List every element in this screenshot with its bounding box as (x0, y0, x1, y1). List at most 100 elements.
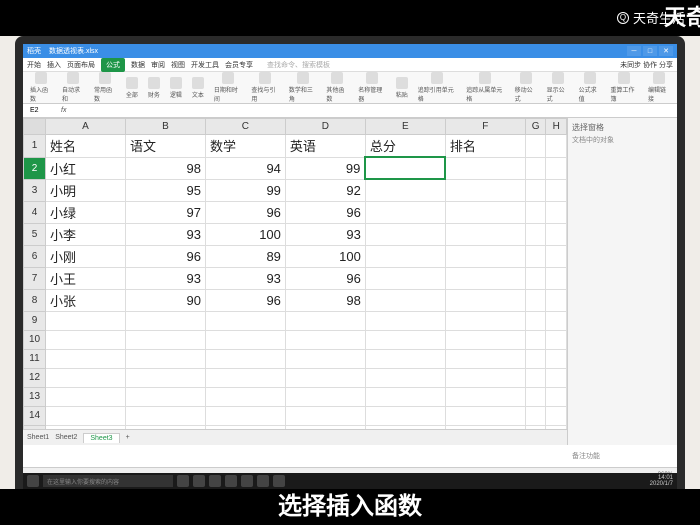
cell-F6[interactable] (445, 245, 525, 267)
cell-B9[interactable] (125, 311, 205, 330)
cell-B10[interactable] (125, 330, 205, 349)
file-tab[interactable]: 数据透视表.xlsx (49, 46, 98, 56)
cell-B5[interactable]: 93 (125, 223, 205, 245)
cell-E13[interactable] (365, 387, 445, 406)
ribbon-其他函数[interactable]: 其他函数 (323, 71, 351, 104)
menu-right[interactable]: 未同步 协作 分享 (620, 60, 673, 70)
ribbon-文本[interactable]: 文本 (189, 76, 207, 100)
row-header-13[interactable]: 13 (24, 387, 46, 406)
cell-F8[interactable] (445, 289, 525, 311)
cell-E2[interactable] (365, 157, 445, 179)
cell-G2[interactable] (525, 157, 546, 179)
cell-B11[interactable] (125, 349, 205, 368)
cell-G8[interactable] (525, 289, 546, 311)
row-header-11[interactable]: 11 (24, 349, 46, 368)
cell-F12[interactable] (445, 368, 525, 387)
cell-E14[interactable] (365, 406, 445, 425)
ribbon-日期和时间[interactable]: 日期和时间 (211, 71, 244, 104)
cell-B7[interactable]: 93 (125, 267, 205, 289)
cell-G13[interactable] (525, 387, 546, 406)
cell-H4[interactable] (546, 201, 567, 223)
cell-B8[interactable]: 90 (125, 289, 205, 311)
menu-视图[interactable]: 视图 (171, 60, 185, 70)
cell-F2[interactable] (445, 157, 525, 179)
cell-C5[interactable]: 100 (205, 223, 285, 245)
cell-C2[interactable]: 94 (205, 157, 285, 179)
cell-A11[interactable] (46, 349, 126, 368)
cell-F5[interactable] (445, 223, 525, 245)
cell-E6[interactable] (365, 245, 445, 267)
cell-A2[interactable]: 小红 (46, 157, 126, 179)
col-header-D[interactable]: D (285, 119, 365, 135)
cell-B2[interactable]: 98 (125, 157, 205, 179)
cell-H14[interactable] (546, 406, 567, 425)
cell-G14[interactable] (525, 406, 546, 425)
cell-B12[interactable] (125, 368, 205, 387)
cell-H3[interactable] (546, 179, 567, 201)
menu-会员专享[interactable]: 会员专享 (225, 60, 253, 70)
ribbon-自动求和[interactable]: 自动求和 (59, 71, 87, 104)
row-header-8[interactable]: 8 (24, 289, 46, 311)
menu-search[interactable]: 查找命令、搜索模板 (267, 60, 330, 70)
col-header-F[interactable]: F (445, 119, 525, 135)
cell-C13[interactable] (205, 387, 285, 406)
cell-A7[interactable]: 小王 (46, 267, 126, 289)
cell-D2[interactable]: 99 (285, 157, 365, 179)
cell-E1[interactable]: 总分 (365, 135, 445, 158)
col-header-B[interactable]: B (125, 119, 205, 135)
close-button[interactable]: ✕ (659, 46, 673, 56)
app-home-tab[interactable]: 稻壳 (27, 46, 41, 56)
cell-F14[interactable] (445, 406, 525, 425)
menu-页面布局[interactable]: 页面布局 (67, 60, 95, 70)
ribbon-名称管理器[interactable]: 名称管理器 (355, 71, 388, 104)
cell-B1[interactable]: 语文 (125, 135, 205, 158)
cell-C9[interactable] (205, 311, 285, 330)
cell-G7[interactable] (525, 267, 546, 289)
ribbon-显示公式[interactable]: 显示公式 (544, 71, 572, 104)
ribbon-追踪从属单元格[interactable]: 追踪从属单元格 (463, 71, 507, 104)
ribbon-编辑链接[interactable]: 编辑链接 (645, 71, 673, 104)
cell-A3[interactable]: 小明 (46, 179, 126, 201)
cell-G3[interactable] (525, 179, 546, 201)
select-all-corner[interactable] (24, 119, 46, 135)
formula-input[interactable] (70, 106, 673, 115)
row-header-3[interactable]: 3 (24, 179, 46, 201)
cell-E12[interactable] (365, 368, 445, 387)
cell-E4[interactable] (365, 201, 445, 223)
cell-D14[interactable] (285, 406, 365, 425)
cell-G4[interactable] (525, 201, 546, 223)
cell-G11[interactable] (525, 349, 546, 368)
cell-F7[interactable] (445, 267, 525, 289)
cell-F10[interactable] (445, 330, 525, 349)
ribbon-移动公式[interactable]: 移动公式 (512, 71, 540, 104)
row-header-1[interactable]: 1 (24, 135, 46, 158)
menu-公式[interactable]: 公式 (101, 58, 125, 72)
cell-H12[interactable] (546, 368, 567, 387)
row-header-2[interactable]: 2 (24, 157, 46, 179)
cell-H13[interactable] (546, 387, 567, 406)
cell-A4[interactable]: 小绿 (46, 201, 126, 223)
cell-D12[interactable] (285, 368, 365, 387)
cell-H2[interactable] (546, 157, 567, 179)
cell-D5[interactable]: 93 (285, 223, 365, 245)
cell-G5[interactable] (525, 223, 546, 245)
cell-G12[interactable] (525, 368, 546, 387)
cell-C8[interactable]: 96 (205, 289, 285, 311)
cell-D9[interactable] (285, 311, 365, 330)
ribbon-逻辑[interactable]: 逻辑 (167, 76, 185, 100)
col-header-A[interactable]: A (46, 119, 126, 135)
cell-E5[interactable] (365, 223, 445, 245)
cell-H6[interactable] (546, 245, 567, 267)
row-header-7[interactable]: 7 (24, 267, 46, 289)
menu-数据[interactable]: 数据 (131, 60, 145, 70)
ribbon-财务[interactable]: 财务 (145, 76, 163, 100)
cell-D7[interactable]: 96 (285, 267, 365, 289)
cell-C1[interactable]: 数学 (205, 135, 285, 158)
cell-F4[interactable] (445, 201, 525, 223)
add-sheet-button[interactable]: + (126, 434, 130, 441)
row-header-6[interactable]: 6 (24, 245, 46, 267)
cell-H7[interactable] (546, 267, 567, 289)
cell-D11[interactable] (285, 349, 365, 368)
ribbon-查找与引用[interactable]: 查找与引用 (248, 71, 281, 104)
cell-B13[interactable] (125, 387, 205, 406)
